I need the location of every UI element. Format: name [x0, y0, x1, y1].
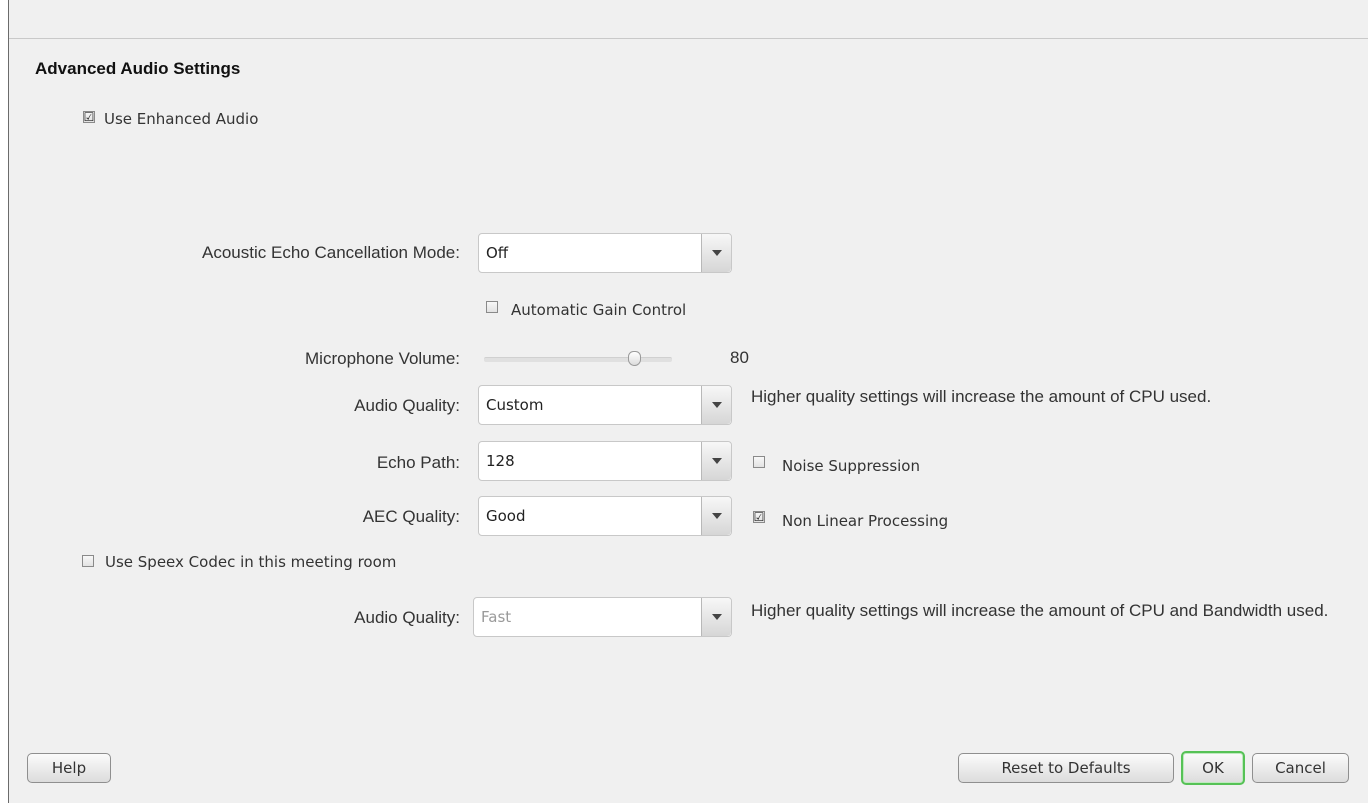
noise-suppression-label: Noise Suppression: [782, 457, 920, 475]
use-speex-codec-label: Use Speex Codec in this meeting room: [105, 553, 397, 571]
microphone-volume-label: Microphone Volume:: [305, 349, 460, 368]
microphone-volume-slider[interactable]: [484, 357, 672, 362]
speex-audio-quality-value: Fast: [481, 608, 512, 626]
use-enhanced-audio-checkbox[interactable]: ☑: [83, 111, 95, 123]
chevron-down-icon[interactable]: [701, 386, 731, 424]
use-speex-codec-checkbox[interactable]: [82, 555, 94, 567]
microphone-volume-value: 80: [730, 348, 749, 367]
aec-quality-value: Good: [486, 507, 526, 525]
non-linear-processing-label: Non Linear Processing: [782, 512, 949, 530]
echo-path-label: Echo Path:: [376, 453, 460, 472]
check-icon: ☑: [83, 110, 95, 124]
chevron-down-icon[interactable]: [701, 442, 731, 480]
speex-audio-quality-label: Audio Quality:: [354, 608, 460, 627]
microphone-volume-slider-thumb[interactable]: [628, 351, 642, 366]
dialog-title: Advanced Audio Settings: [35, 59, 241, 78]
echo-path-value: 128: [486, 452, 515, 470]
advanced-audio-settings-dialog: Advanced Audio Settings ☑ Use Enhanced A…: [8, 0, 1368, 803]
audio-quality-select[interactable]: Custom: [478, 385, 732, 425]
audio-quality-value: Custom: [486, 396, 544, 414]
aec-mode-label: Acoustic Echo Cancellation Mode:: [202, 243, 460, 262]
non-linear-processing-checkbox[interactable]: ☑: [753, 511, 765, 523]
chevron-down-icon[interactable]: [701, 598, 731, 636]
aec-mode-value: Off: [486, 244, 509, 262]
use-enhanced-audio-label: Use Enhanced Audio: [104, 110, 259, 128]
dialog-top-bar: [9, 0, 1368, 39]
automatic-gain-control-label: Automatic Gain Control: [511, 301, 687, 319]
audio-quality-note: Higher quality settings will increase th…: [751, 387, 1212, 406]
reset-to-defaults-button[interactable]: Reset to Defaults: [958, 753, 1174, 783]
cancel-button[interactable]: Cancel: [1252, 753, 1349, 783]
echo-path-select[interactable]: 128: [478, 441, 732, 481]
noise-suppression-checkbox[interactable]: [753, 456, 765, 468]
speex-audio-quality-select[interactable]: Fast: [473, 597, 732, 637]
aec-quality-select[interactable]: Good: [478, 496, 732, 536]
speex-audio-quality-note: Higher quality settings will increase th…: [751, 601, 1329, 620]
check-icon: ☑: [753, 510, 765, 524]
audio-quality-label: Audio Quality:: [354, 396, 460, 415]
chevron-down-icon[interactable]: [701, 497, 731, 535]
chevron-down-icon[interactable]: [701, 234, 731, 272]
ok-button[interactable]: OK: [1181, 751, 1245, 785]
help-button[interactable]: Help: [27, 753, 111, 783]
aec-mode-select[interactable]: Off: [478, 233, 732, 273]
automatic-gain-control-checkbox[interactable]: [486, 301, 498, 313]
aec-quality-label: AEC Quality:: [362, 507, 460, 526]
